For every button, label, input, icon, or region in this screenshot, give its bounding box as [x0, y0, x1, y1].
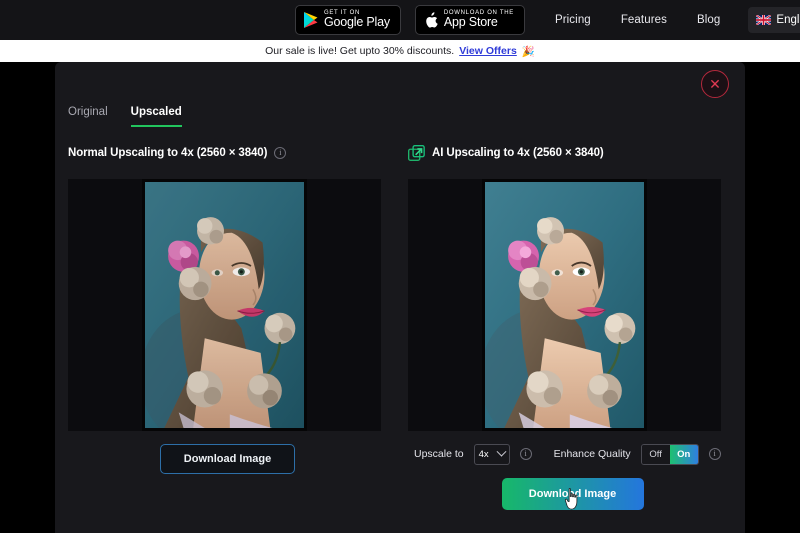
- promo-banner-text: Our sale is live! Get upto 30% discounts…: [265, 45, 455, 57]
- view-offers-link[interactable]: View Offers: [459, 45, 517, 57]
- ai-upscale-image-card: [408, 179, 721, 431]
- google-play-button[interactable]: GET IT ON Google Play: [294, 5, 401, 35]
- app-store-title: App Store: [443, 15, 498, 30]
- nav-link-blog[interactable]: Blog: [697, 14, 720, 26]
- ai-upscale-column: AI Upscaling to 4x (2560 × 3840) Upscale…: [400, 140, 745, 510]
- nav-link-features[interactable]: Features: [621, 14, 667, 26]
- language-selector[interactable]: Engli: [748, 7, 800, 33]
- info-icon[interactable]: i: [519, 448, 532, 460]
- uk-flag-icon: [756, 15, 772, 25]
- party-popper-icon: 🎉: [521, 45, 535, 58]
- nav-link-pricing[interactable]: Pricing: [555, 14, 591, 26]
- upscale-factor-select[interactable]: 4x: [473, 443, 510, 465]
- promo-banner: Our sale is live! Get upto 30% discounts…: [0, 40, 800, 62]
- top-navigation-bar: GET IT ON Google Play Download on the Ap…: [0, 0, 800, 40]
- language-label: Engli: [776, 14, 800, 26]
- comparison-columns: Normal Upscaling to 4x (2560 × 3840) i D…: [55, 140, 745, 510]
- download-image-button-ai[interactable]: Download Image: [501, 478, 644, 510]
- ai-upscale-header: AI Upscaling to 4x (2560 × 3840): [400, 140, 745, 166]
- ai-upscaled-photo: [482, 179, 647, 431]
- toggle-option-off[interactable]: Off: [641, 444, 670, 464]
- download-image-button-normal[interactable]: Download Image: [160, 444, 295, 474]
- enhance-quality-toggle[interactable]: Off On: [640, 443, 699, 465]
- enhance-quality-label: Enhance Quality: [553, 448, 631, 460]
- tab-original[interactable]: Original: [68, 106, 108, 127]
- info-icon[interactable]: i: [274, 147, 287, 159]
- normal-upscale-header: Normal Upscaling to 4x (2560 × 3840) i: [55, 140, 400, 166]
- tab-upscaled[interactable]: Upscaled: [130, 106, 182, 127]
- apple-icon: [426, 11, 438, 28]
- ai-download-wrap: Download Image: [400, 478, 745, 510]
- app-store-button[interactable]: Download on the App Store: [414, 5, 525, 35]
- close-icon: ✕: [709, 76, 721, 92]
- google-play-title: Google Play: [323, 15, 390, 30]
- upscale-factor-value: 4x: [478, 448, 489, 460]
- normal-upscaled-photo: [142, 179, 307, 431]
- normal-upscale-image-card: [68, 179, 381, 431]
- google-play-icon: [303, 12, 318, 28]
- upscale-to-label: Upscale to: [414, 448, 464, 460]
- ai-controls-row: Upscale to 4x i Enhance Quality Off On i: [414, 443, 745, 465]
- info-icon[interactable]: i: [708, 448, 721, 460]
- normal-download-wrap: Download Image: [55, 444, 400, 474]
- close-modal-button[interactable]: ✕: [701, 70, 729, 98]
- app-root: GET IT ON Google Play Download on the Ap…: [0, 0, 800, 533]
- mouse-cursor-icon: [564, 488, 577, 510]
- result-tabs: Original Upscaled: [68, 106, 182, 127]
- chevron-down-icon: [496, 446, 507, 457]
- toggle-option-on[interactable]: On: [669, 444, 698, 464]
- normal-upscale-title: Normal Upscaling to 4x (2560 × 3840): [68, 147, 268, 159]
- ai-upscale-title: AI Upscaling to 4x (2560 × 3840): [432, 147, 604, 159]
- upscale-result-modal: ✕ Original Upscaled Normal Upscaling to …: [55, 62, 745, 533]
- ai-upscale-icon: [408, 144, 425, 161]
- normal-upscale-column: Normal Upscaling to 4x (2560 × 3840) i D…: [55, 140, 400, 510]
